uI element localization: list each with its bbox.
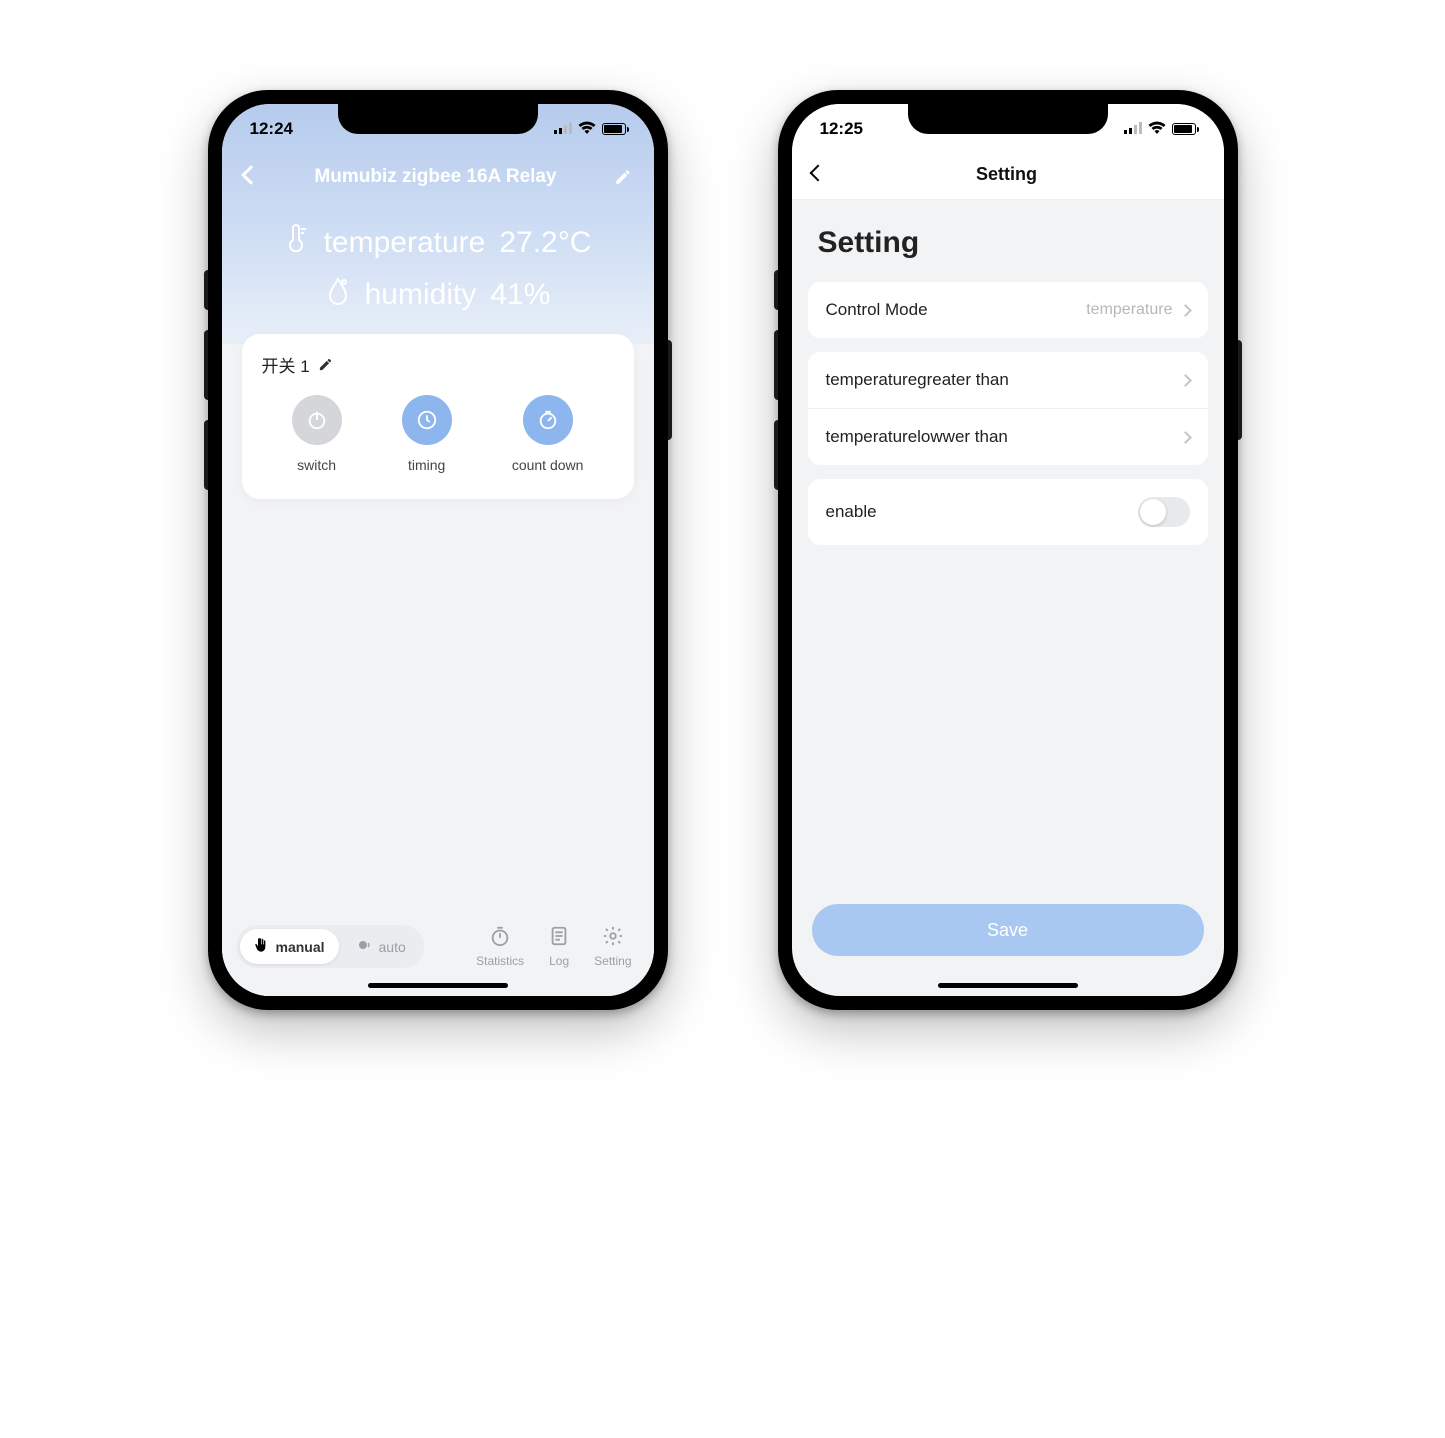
control-card: 开关 1 switch (242, 334, 634, 499)
droplet-icon (325, 276, 351, 314)
screen-right: 12:25 Setting Setting Control Mode tempe… (792, 104, 1224, 996)
hand-icon (254, 937, 270, 956)
page-title: Mumubiz zigbee 16A Relay (258, 166, 614, 188)
device-hero: 12:24 Mumubiz zigbee 16A Relay (222, 104, 654, 344)
settings-list-3: enable (808, 479, 1208, 545)
chevron-right-icon (1179, 431, 1192, 444)
pencil-icon (318, 357, 333, 372)
mode-manual-label: manual (276, 939, 325, 955)
timer-icon (523, 395, 573, 445)
enable-toggle[interactable] (1138, 497, 1190, 527)
cellular-icon (1124, 119, 1142, 139)
nav-setting[interactable]: Setting (594, 925, 631, 968)
count-down-label: count down (512, 457, 584, 473)
mode-segment: manual auto (236, 925, 424, 968)
back-button[interactable] (244, 168, 258, 187)
temperature-reading: temperature 27.2°C (284, 224, 592, 262)
status-indicators (554, 119, 626, 139)
app-header: Setting (792, 154, 1224, 200)
save-label: Save (987, 920, 1028, 941)
chevron-right-icon (1179, 304, 1192, 317)
readings: temperature 27.2°C humidity 41% (222, 198, 654, 314)
battery-icon (602, 123, 626, 135)
cellular-icon (554, 119, 572, 139)
stopwatch-icon (489, 925, 511, 950)
row-label: Control Mode (826, 300, 928, 320)
notch (338, 104, 538, 134)
mode-auto[interactable]: auto (343, 929, 420, 964)
status-time: 12:25 (820, 119, 863, 139)
row-temp-lower[interactable]: temperaturelowwer than (808, 408, 1208, 465)
row-label: temperaturelowwer than (826, 427, 1008, 447)
phone-frame-left: 12:24 Mumubiz zigbee 16A Relay (208, 90, 668, 1010)
settings-list-1: Control Mode temperature (808, 282, 1208, 338)
thermometer-icon (284, 224, 310, 262)
pencil-icon (614, 168, 632, 186)
row-control-mode[interactable]: Control Mode temperature (808, 282, 1208, 338)
timing-label: timing (408, 457, 445, 473)
timing-button[interactable]: timing (402, 395, 452, 473)
row-label: enable (826, 502, 877, 522)
phone-frame-right: 12:25 Setting Setting Control Mode tempe… (778, 90, 1238, 1010)
nav-log-label: Log (549, 954, 569, 968)
power-icon (292, 395, 342, 445)
wifi-icon (578, 121, 596, 138)
status-indicators (1124, 119, 1196, 139)
humidity-reading: humidity 41% (325, 276, 551, 314)
notch (908, 104, 1108, 134)
home-indicator (368, 983, 508, 988)
app-header: Mumubiz zigbee 16A Relay (222, 154, 654, 198)
nav-statistics[interactable]: Statistics (476, 925, 524, 968)
home-indicator (938, 983, 1078, 988)
row-temp-greater[interactable]: temperaturegreater than (808, 352, 1208, 408)
switch-label: switch (297, 457, 336, 473)
row-label: temperaturegreater than (826, 370, 1009, 390)
humidity-label: humidity (365, 278, 477, 312)
temperature-label: temperature (324, 226, 486, 260)
nav-log[interactable]: Log (548, 925, 570, 968)
section-heading: Setting (792, 200, 1224, 282)
mode-manual[interactable]: manual (240, 929, 339, 964)
edit-button[interactable] (614, 168, 632, 186)
battery-icon (1172, 123, 1196, 135)
save-button[interactable]: Save (812, 904, 1204, 956)
row-value: temperature (1086, 301, 1172, 319)
settings-list-2: temperaturegreater than temperaturelowwe… (808, 352, 1208, 465)
nav-statistics-label: Statistics (476, 954, 524, 968)
screen-left: 12:24 Mumubiz zigbee 16A Relay (222, 104, 654, 996)
nav-items: Statistics Log Setting (434, 925, 640, 968)
count-down-button[interactable]: count down (512, 395, 584, 473)
nav-setting-label: Setting (594, 954, 631, 968)
auto-icon (357, 937, 373, 956)
card-title: 开关 1 (262, 352, 310, 377)
row-enable: enable (808, 479, 1208, 545)
chevron-right-icon (1179, 374, 1192, 387)
device-body: 开关 1 switch (222, 344, 654, 996)
gear-icon (602, 925, 624, 950)
rename-button[interactable] (318, 357, 336, 372)
wifi-icon (1148, 121, 1166, 138)
clock-icon (402, 395, 452, 445)
temperature-value: 27.2°C (499, 226, 591, 260)
status-time: 12:24 (250, 119, 293, 139)
card-actions: switch timing count down (262, 395, 614, 473)
switch-button[interactable]: switch (292, 395, 342, 473)
humidity-value: 41% (490, 278, 550, 312)
page-title: Setting (810, 164, 1204, 185)
card-header: 开关 1 (262, 352, 614, 377)
mode-auto-label: auto (379, 939, 406, 955)
log-icon (548, 925, 570, 950)
